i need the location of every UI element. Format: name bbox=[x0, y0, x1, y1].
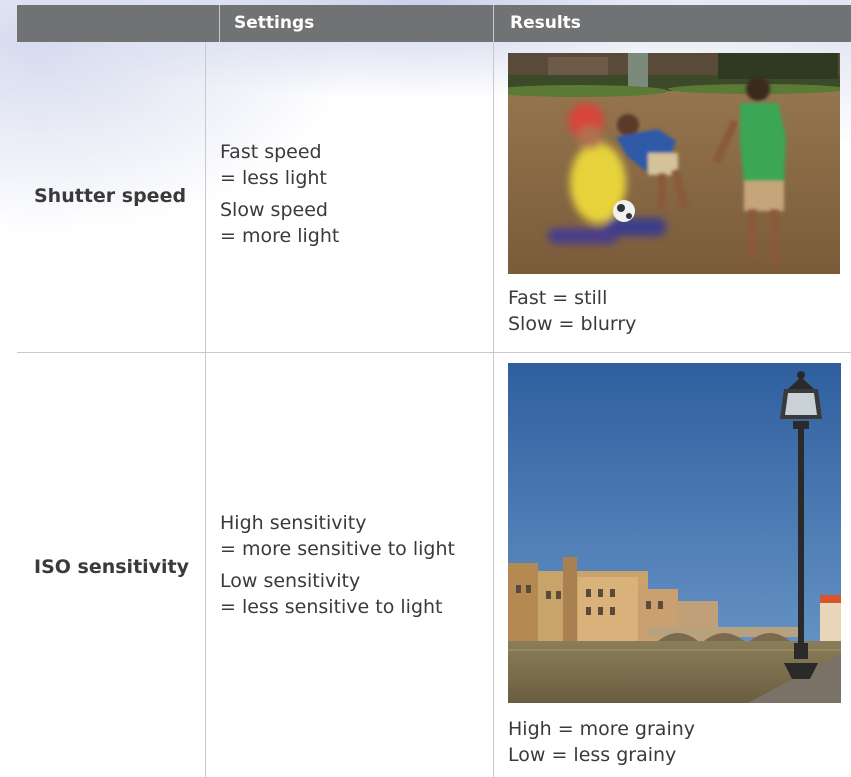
row-label-iso-sensitivity: ISO sensitivity bbox=[34, 556, 190, 578]
result-caption: High = more grainy bbox=[508, 718, 696, 740]
setting-line: = less light bbox=[220, 167, 327, 189]
setting-line: Fast speed bbox=[220, 141, 322, 163]
setting-line: = more sensitive to light bbox=[220, 538, 455, 560]
iso-sensitivity-results: High = more grainy Low = less grainy bbox=[508, 716, 695, 768]
result-caption: Slow = blurry bbox=[508, 313, 637, 335]
column-divider-settings bbox=[205, 42, 206, 777]
iso-sensitivity-settings: High sensitivity = more sensitive to lig… bbox=[220, 510, 455, 620]
setting-line: Slow speed bbox=[220, 199, 328, 221]
florence-river-photo bbox=[508, 363, 841, 703]
table-header: Settings Results bbox=[17, 5, 851, 42]
shutter-speed-results: Fast = still Slow = blurry bbox=[508, 285, 636, 337]
setting-line: Low sensitivity bbox=[220, 570, 361, 592]
shutter-speed-settings: Fast speed = less light Slow speed = mor… bbox=[220, 139, 339, 249]
setting-line: High sensitivity bbox=[220, 512, 367, 534]
setting-line: = less sensitive to light bbox=[220, 596, 443, 618]
header-settings: Settings bbox=[219, 5, 489, 42]
result-caption: Fast = still bbox=[508, 287, 608, 309]
header-results: Results bbox=[493, 5, 851, 42]
column-divider-results bbox=[493, 42, 494, 777]
row-label-shutter-speed: Shutter speed bbox=[34, 185, 187, 207]
result-caption: Low = less grainy bbox=[508, 744, 677, 766]
soccer-photo bbox=[508, 53, 840, 274]
row-divider bbox=[17, 352, 851, 353]
settings-results-table: Settings Results Shutter speed Fast spee… bbox=[0, 0, 851, 777]
setting-line: = more light bbox=[220, 225, 340, 247]
